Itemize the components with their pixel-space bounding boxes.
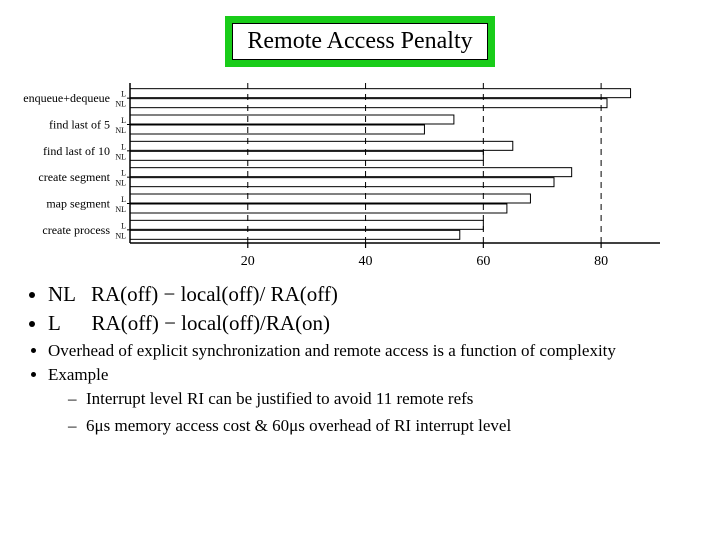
svg-text:NL: NL [115, 179, 126, 188]
svg-text:60: 60 [476, 254, 490, 269]
svg-text:NL: NL [115, 126, 126, 135]
svg-text:20: 20 [241, 254, 255, 269]
svg-text:NL: NL [115, 205, 126, 214]
chart-svg: 20406080enqueue+dequeueLNLfind last of 5… [0, 75, 720, 275]
bullet-overhead: Overhead of explicit synchronization and… [48, 340, 696, 362]
svg-text:L: L [121, 169, 126, 178]
bullet-example: Example Interrupt level RI can be justif… [48, 364, 696, 438]
svg-text:80: 80 [594, 254, 608, 269]
svg-text:create process: create process [42, 223, 110, 237]
svg-text:L: L [121, 116, 126, 125]
svg-text:L: L [121, 221, 126, 230]
svg-text:L: L [121, 142, 126, 151]
svg-text:create segment: create segment [38, 170, 110, 184]
sub-bullet-2: 6μs memory access cost & 60μs overhead o… [68, 415, 696, 438]
sub-bullet-1: Interrupt level RI can be justified to a… [68, 388, 696, 411]
svg-text:NL: NL [115, 231, 126, 240]
svg-text:NL: NL [115, 100, 126, 109]
bullet-example-label: Example [48, 365, 108, 384]
svg-text:find last of 5: find last of 5 [49, 118, 110, 132]
bullet-l-def: L RA(off) − local(off)/RA(on) [48, 310, 696, 337]
bullet-nl-def: NL RA(off) − local(off)/ RA(off) [48, 281, 696, 308]
svg-text:map segment: map segment [46, 197, 110, 211]
svg-text:find last of 10: find last of 10 [43, 144, 110, 158]
svg-text:enqueue+dequeue: enqueue+dequeue [23, 91, 110, 105]
bullets-block: NL RA(off) − local(off)/ RA(off) L RA(of… [0, 275, 720, 438]
page-title: Remote Access Penalty [225, 16, 494, 67]
chart-container: 20406080enqueue+dequeueLNLfind last of 5… [0, 75, 720, 275]
svg-text:40: 40 [359, 254, 373, 269]
svg-text:L: L [121, 90, 126, 99]
svg-text:NL: NL [115, 152, 126, 161]
svg-text:L: L [121, 195, 126, 204]
